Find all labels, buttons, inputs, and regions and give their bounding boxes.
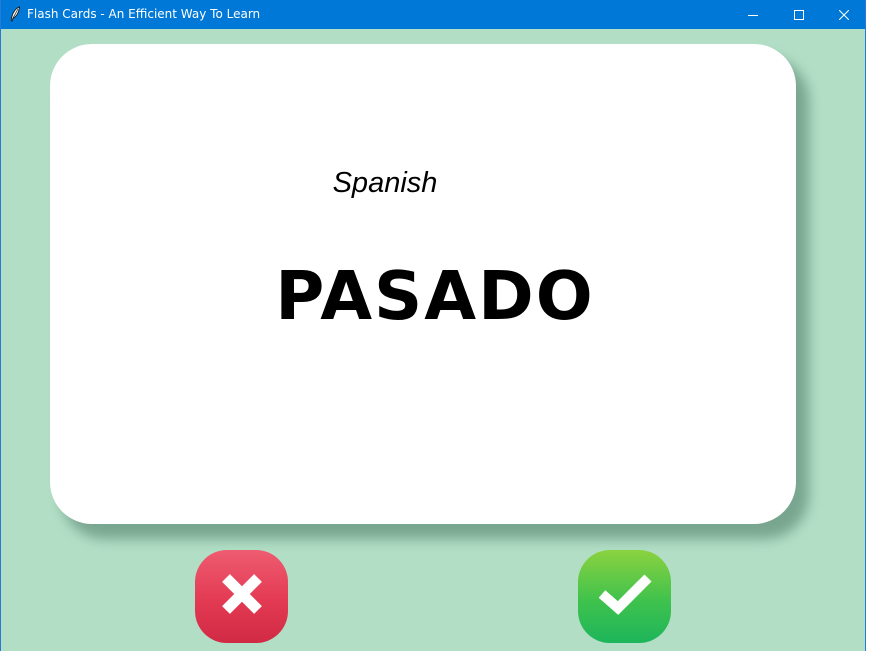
maximize-icon (794, 5, 804, 24)
close-button[interactable] (821, 0, 865, 29)
minimize-button[interactable] (730, 0, 776, 29)
close-icon (838, 5, 850, 24)
app-canvas: Spanish PASADO (1, 29, 865, 651)
checkmark-icon (596, 570, 654, 623)
card-word: PASADO (275, 257, 595, 335)
app-window: Flash Cards - An Efficient Way To Learn … (0, 0, 866, 651)
window-title: Flash Cards - An Efficient Way To Learn (27, 7, 261, 21)
title-bar[interactable]: Flash Cards - An Efficient Way To Learn (1, 0, 865, 29)
cross-icon (218, 570, 266, 623)
card-language-label: Spanish (332, 167, 438, 199)
wrong-button[interactable] (195, 550, 288, 643)
maximize-button[interactable] (776, 0, 822, 29)
right-button[interactable] (578, 550, 671, 643)
minimize-icon (748, 5, 758, 24)
feather-icon (9, 6, 21, 22)
